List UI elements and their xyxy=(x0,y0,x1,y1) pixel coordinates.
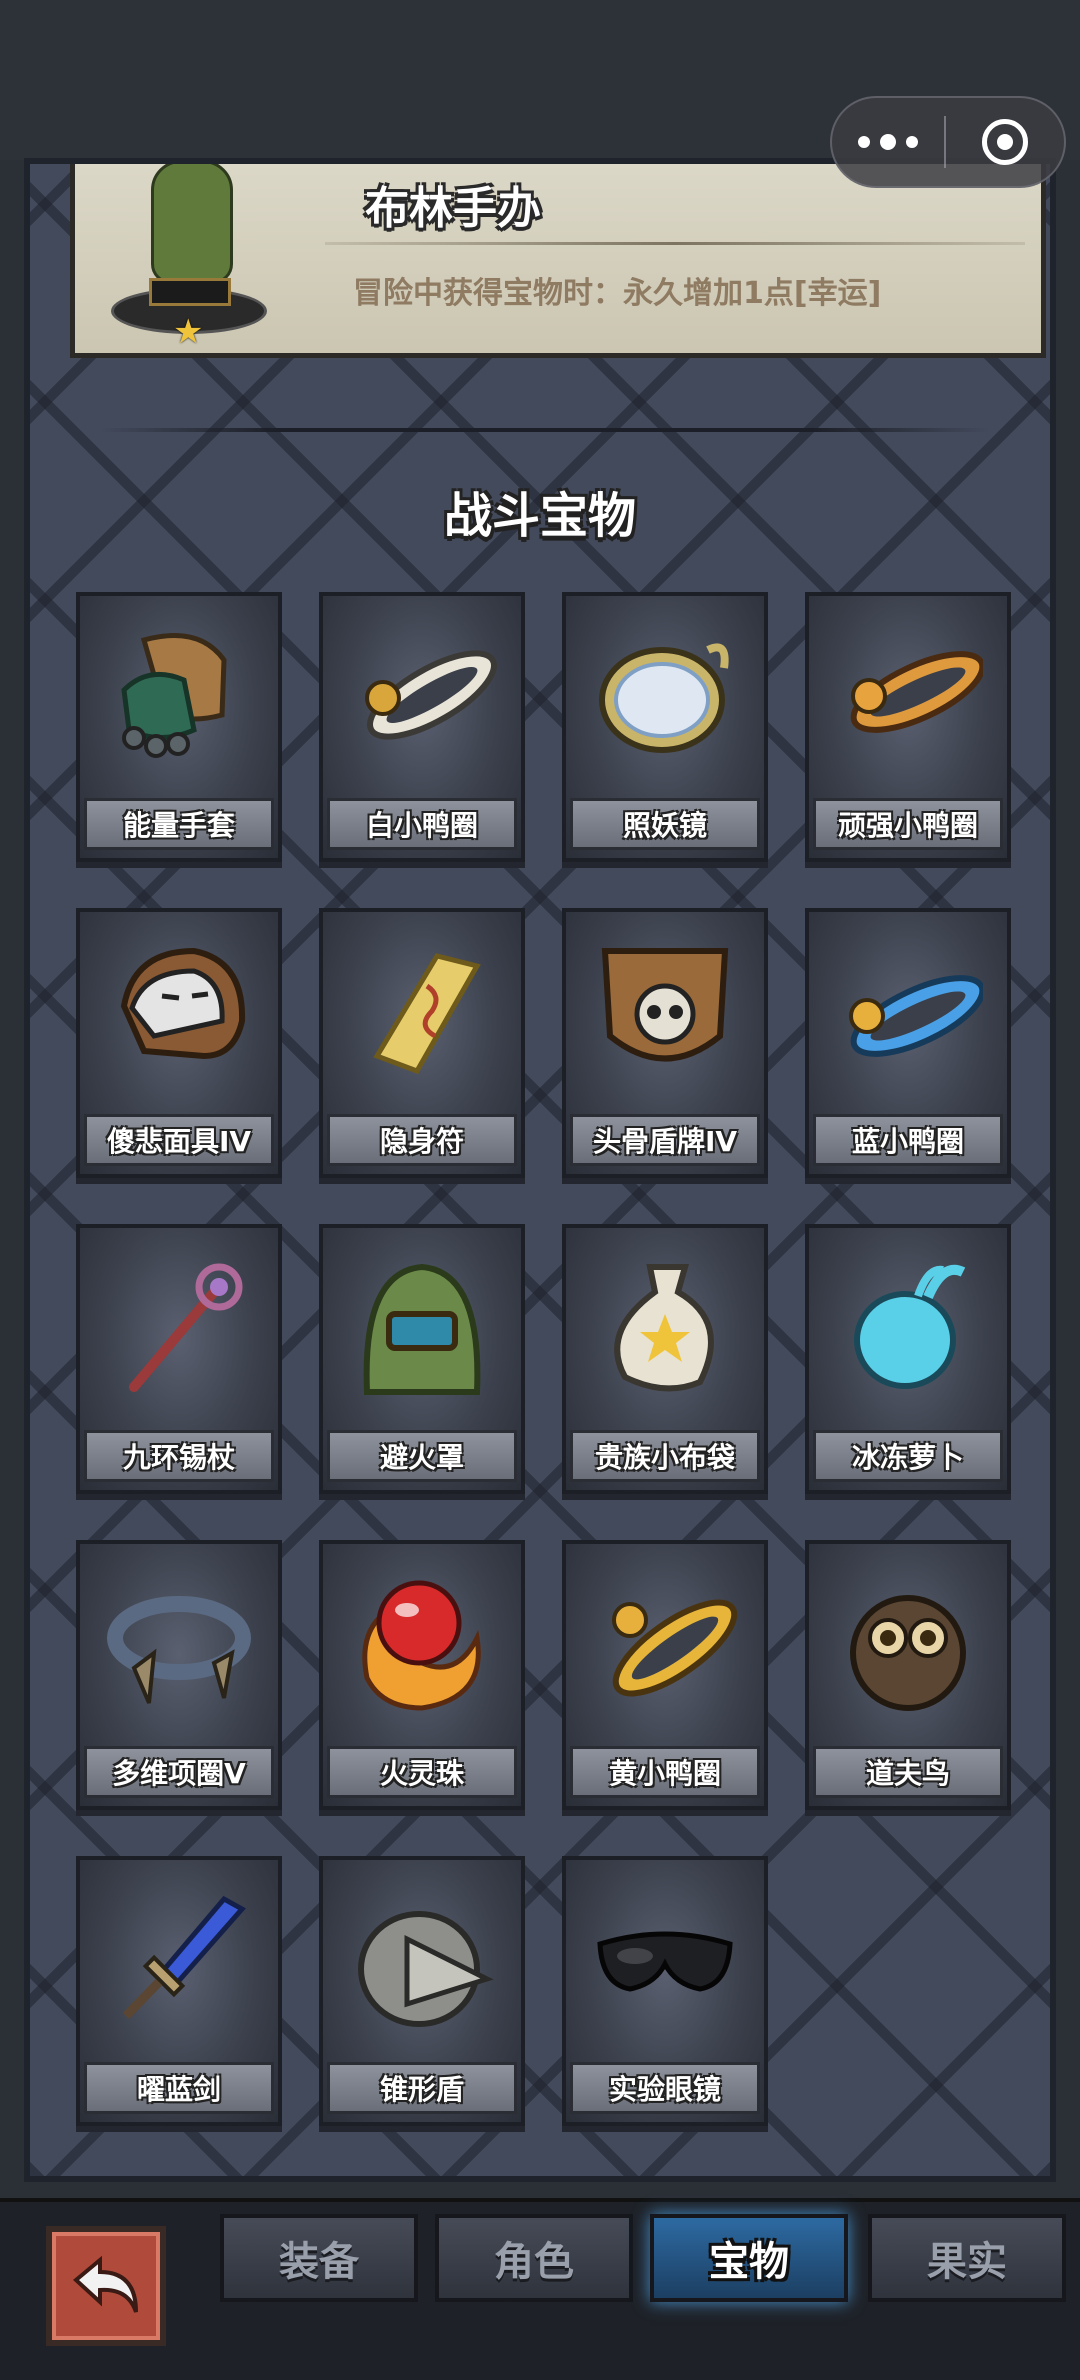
skull-shield-icon xyxy=(590,936,740,1086)
item-label: 多维项圈V xyxy=(84,1746,274,1798)
item-tile[interactable]: 锥形盾 xyxy=(319,1856,525,2126)
item-tile[interactable]: 冰冻萝卜 xyxy=(805,1224,1011,1494)
item-tile[interactable]: 白小鸭圈 xyxy=(319,592,525,862)
selected-item-card: ★ 布林手办 冒险中获得宝物时：永久增加1点[幸运] xyxy=(70,164,1046,358)
item-tile[interactable]: 傻悲面具IV xyxy=(76,908,282,1178)
white-duck-ring-icon xyxy=(347,620,497,770)
owl-icon xyxy=(833,1568,983,1718)
item-tile[interactable]: 头骨盾牌IV xyxy=(562,908,768,1178)
tab-treasure[interactable]: 宝物 xyxy=(650,2214,848,2302)
staff-icon xyxy=(104,1252,254,1402)
goblin-figure-icon: ★ xyxy=(101,164,271,352)
mask-icon xyxy=(104,936,254,1086)
blue-sword-icon xyxy=(104,1884,254,2034)
cone-shield-icon xyxy=(347,1884,497,2034)
item-label: 贵族小布袋 xyxy=(570,1430,760,1482)
blue-duck-ring-icon xyxy=(833,936,983,1086)
talisman-icon xyxy=(347,936,497,1086)
item-tile[interactable]: 照妖镜 xyxy=(562,592,768,862)
item-label: 锥形盾 xyxy=(327,2062,517,2114)
fire-orb-icon xyxy=(347,1568,497,1718)
section-title: 战斗宝物 xyxy=(443,488,636,544)
frozen-radish-icon xyxy=(833,1252,983,1402)
item-label: 冰冻萝卜 xyxy=(813,1430,1003,1482)
item-tile[interactable]: 多维项圈V xyxy=(76,1540,282,1810)
item-label: 九环锡杖 xyxy=(84,1430,274,1482)
item-label: 黄小鸭圈 xyxy=(570,1746,760,1798)
item-tile[interactable]: 九环锡杖 xyxy=(76,1224,282,1494)
item-tile[interactable]: 能量手套 xyxy=(76,592,282,862)
item-tile[interactable]: 火灵珠 xyxy=(319,1540,525,1810)
back-arrow-icon xyxy=(72,2255,138,2313)
item-label: 火灵珠 xyxy=(327,1746,517,1798)
item-tile[interactable]: 曜蓝剑 xyxy=(76,1856,282,2126)
item-label: 隐身符 xyxy=(327,1114,517,1166)
glove-icon xyxy=(104,620,254,770)
section-divider xyxy=(100,428,990,432)
item-label: 顽强小鸭圈 xyxy=(813,798,1003,850)
item-label: 头骨盾牌IV xyxy=(570,1114,760,1166)
card-divider xyxy=(325,242,1025,245)
tab-fruit[interactable]: 果实 xyxy=(868,2214,1066,2302)
treasure-panel: ★ 布林手办 冒险中获得宝物时：永久增加1点[幸运] 战斗宝物 能量手套 白小鸭… xyxy=(24,158,1056,2182)
item-label: 道夫鸟 xyxy=(813,1746,1003,1798)
item-tile[interactable]: 实验眼镜 xyxy=(562,1856,768,2126)
miniprogram-capsule xyxy=(830,96,1066,188)
item-tile[interactable]: 避火罩 xyxy=(319,1224,525,1494)
item-label: 避火罩 xyxy=(327,1430,517,1482)
item-tile[interactable]: 蓝小鸭圈 xyxy=(805,908,1011,1178)
tab-character[interactable]: 角色 xyxy=(435,2214,633,2302)
more-menu-button[interactable] xyxy=(832,98,944,186)
item-label: 蓝小鸭圈 xyxy=(813,1114,1003,1166)
close-miniprogram-button[interactable] xyxy=(946,119,1064,165)
item-tile[interactable]: 贵族小布袋 xyxy=(562,1224,768,1494)
card-title: 布林手办 xyxy=(365,183,541,234)
goggles-icon xyxy=(590,1884,740,2034)
item-tile[interactable]: 顽强小鸭圈 xyxy=(805,592,1011,862)
item-label: 曜蓝剑 xyxy=(84,2062,274,2114)
item-label: 傻悲面具IV xyxy=(84,1114,274,1166)
item-tile[interactable]: 道夫鸟 xyxy=(805,1540,1011,1810)
orange-duck-ring-icon xyxy=(833,620,983,770)
back-button[interactable] xyxy=(46,2226,166,2346)
item-label: 能量手套 xyxy=(84,798,274,850)
item-label: 白小鸭圈 xyxy=(327,798,517,850)
tab-equipment[interactable]: 装备 xyxy=(220,2214,418,2302)
card-description: 冒险中获得宝物时：永久增加1点[幸运] xyxy=(353,276,882,311)
item-tile[interactable]: 隐身符 xyxy=(319,908,525,1178)
target-icon xyxy=(982,119,1028,165)
yellow-duck-ring-icon xyxy=(590,1568,740,1718)
star-icon: ★ xyxy=(173,312,204,352)
cloth-bag-icon xyxy=(590,1252,740,1402)
mirror-icon xyxy=(590,620,740,770)
item-label: 照妖镜 xyxy=(570,798,760,850)
collar-icon xyxy=(104,1568,254,1718)
fire-hood-icon xyxy=(347,1252,497,1402)
item-tile[interactable]: 黄小鸭圈 xyxy=(562,1540,768,1810)
item-label: 实验眼镜 xyxy=(570,2062,760,2114)
